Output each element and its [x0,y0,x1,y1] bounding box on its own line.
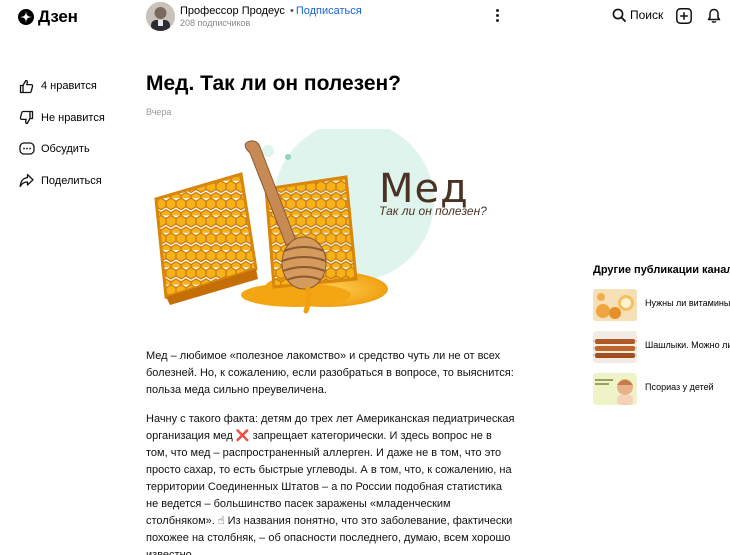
share-button[interactable]: Поделиться [18,171,105,191]
hero-subtitle: Так ли он полезен? [379,204,487,218]
comment-button[interactable]: Обсудить [18,139,105,159]
honeycomb-illustration [146,129,510,319]
subscriber-count: 208 подписчиков [180,18,251,28]
article-actions: 4 нравится Не нравится Обсудить Поделить… [18,76,105,202]
like-label: 4 нравится [41,80,97,92]
top-bar: Дзен Профессор Продеус • Подписаться 208 … [0,0,730,34]
bell-icon [707,8,721,23]
logo-text: Дзен [38,7,78,26]
dzen-star-icon [18,9,34,25]
comment-label: Обсудить [41,143,90,155]
separator-dot: • [289,5,294,17]
other-publications-title: Другие публикации канала [593,264,730,276]
thumbs-down-icon [18,109,35,126]
article-date: Вчера [146,107,172,117]
author-name[interactable]: Профессор Продеус [180,5,285,17]
notifications-button[interactable] [707,8,721,24]
more-options-icon[interactable] [494,9,500,25]
author-block: Профессор Продеус • Подписаться 208 подпи… [146,2,362,31]
author-avatar[interactable] [146,2,175,31]
thumbs-up-icon [18,78,35,95]
share-icon [18,172,35,189]
add-post-button[interactable] [676,8,692,24]
plus-icon [676,8,692,24]
publication-title: Нужны ли витамины [645,298,730,308]
publication-title: Псориаз у детей [645,382,714,392]
hero-image: Мед Так ли он полезен? [146,129,510,319]
publication-item-vitamins[interactable]: Нужны ли витамины [593,289,730,321]
dislike-button[interactable]: Не нравится [18,108,105,128]
publication-title: Шашлыки. Можно ли [645,340,730,350]
subscribe-button[interactable]: Подписаться [296,5,362,17]
dislike-label: Не нравится [41,111,105,124]
publication-item-psoriasis[interactable]: Псориаз у детей [593,373,714,405]
search-button[interactable]: Поиск [612,8,663,22]
publication-thumbnail [593,373,637,405]
article-paragraph-2: Начну с такого факта: детям до трех лет … [146,413,515,555]
other-publications: Другие публикации канала Нужны ли витами… [593,264,730,405]
share-label: Поделиться [41,174,102,187]
search-label: Поиск [630,8,664,22]
article-title: Мед. Так ли он полезен? [146,72,402,95]
search-icon [612,8,626,22]
publication-thumbnail [593,289,637,321]
dzen-logo[interactable]: Дзен [18,7,78,27]
like-button[interactable]: 4 нравится [18,76,105,96]
comment-icon [18,141,35,158]
publication-item-shashlik[interactable]: Шашлыки. Можно ли [593,331,730,363]
article-paragraph-1: Мед – любимое «полезное лакомство» и сре… [146,350,514,396]
publication-thumbnail [593,331,637,363]
